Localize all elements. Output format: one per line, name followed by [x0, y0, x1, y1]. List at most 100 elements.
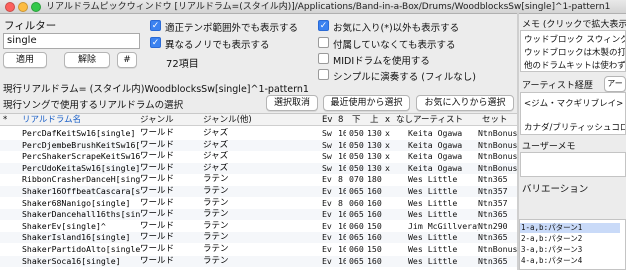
- col-high[interactable]: 上: [370, 114, 379, 126]
- clear-filter-button[interactable]: 解除: [64, 52, 110, 68]
- select-favorites-button[interactable]: お気に入りから選択: [416, 95, 514, 111]
- artist-cell: Wes Little: [408, 186, 458, 196]
- set-cell: NtnBonus: [478, 139, 517, 150]
- play-simple-checkbox[interactable]: [318, 69, 329, 80]
- genre-cell: ワールド: [140, 197, 175, 208]
- x-cell: x: [385, 162, 390, 173]
- tempo-high-cell: 130: [367, 139, 382, 150]
- show-non-favorites-checkbox[interactable]: ✓: [318, 20, 329, 31]
- show-out-of-tempo-checkbox[interactable]: ✓: [150, 20, 161, 31]
- genre-cell: ワールド: [140, 162, 175, 173]
- ev-cell: Sw: [322, 151, 332, 162]
- artist-cell: Keita Ogawa: [408, 151, 463, 162]
- drum-name-cell: ShakerEv[single]^: [22, 220, 106, 231]
- table-row[interactable]: PercDafKeitSw16[single] ワールド ジャズ Sw 16050130…: [0, 128, 517, 139]
- genre-cell: ワールド: [140, 244, 175, 254]
- table-row[interactable]: PercShakerScrapeKeitSw16[single]ワールド ジャズ S…: [0, 151, 517, 162]
- col-x[interactable]: x: [385, 114, 390, 126]
- memo-label[interactable]: メモ (クリックで拡大表示: [522, 17, 626, 30]
- set-cell: NtnBonus: [478, 151, 517, 162]
- col-set[interactable]: セット: [482, 114, 508, 126]
- filter-input[interactable]: single: [3, 33, 140, 49]
- col-genre-other[interactable]: ジャンル(他): [203, 114, 252, 126]
- genre-other-cell: ジャズ: [203, 151, 229, 162]
- beat-cell: 16: [338, 255, 346, 266]
- table-row[interactable]: ShakerIsland16[single] ワールド ラテン Ev 16065160 W…: [0, 232, 517, 244]
- col-beat[interactable]: 8: [338, 114, 343, 126]
- use-midi-drums-checkbox[interactable]: [318, 53, 329, 64]
- variation-item[interactable]: 3-a,b:パターン3: [520, 245, 620, 255]
- show-out-of-tempo-label: 適正テンポ範囲外でも表示する: [165, 23, 299, 34]
- col-low[interactable]: 下: [352, 114, 361, 126]
- set-cell: Ntn365: [478, 174, 508, 185]
- artist-tab[interactable]: アー: [604, 76, 626, 92]
- set-cell: Ntn290: [478, 220, 508, 231]
- set-cell: Ntn357: [478, 186, 508, 196]
- col-genre[interactable]: ジャンル: [140, 114, 174, 126]
- tempo-high-cell: 130: [367, 162, 382, 173]
- variations-label: バリエーション: [522, 184, 589, 195]
- col-star[interactable]: *: [3, 114, 7, 126]
- col-name[interactable]: リアルドラム名: [22, 114, 81, 126]
- x-cell: x: [385, 151, 390, 162]
- ev-cell: Ev: [322, 232, 332, 243]
- tempo-low-cell: 060: [349, 220, 364, 231]
- table-row[interactable]: ShakerSoca16[single] ワールド ラテン Ev 16065160 Wes…: [0, 255, 517, 267]
- genre-cell: ワールド: [140, 232, 175, 243]
- genre-other-cell: ラテン: [203, 186, 229, 196]
- drum-name-cell: ShakerSoca16[single]: [22, 255, 121, 266]
- variation-item[interactable]: 2-a,b:パターン2: [520, 234, 620, 244]
- item-count: 72項目: [166, 59, 199, 70]
- memo-line: ウッドブロックは木製の打楽器: [524, 48, 626, 58]
- table-row[interactable]: ShakerPartidoAlto[single]ワールド ラテン Ev 160601…: [0, 244, 517, 255]
- select-recent-button[interactable]: 最近使用から選択: [323, 95, 410, 111]
- tempo-low-cell: 050: [349, 128, 364, 138]
- col-ev[interactable]: Ev: [322, 114, 332, 126]
- genre-cell: ワールド: [140, 220, 175, 231]
- close-window-icon[interactable]: [5, 2, 15, 12]
- table-row[interactable]: ShakerDancehall16ths[single]ワールド ラテン Ev 160…: [0, 209, 517, 221]
- window-titlebar: リアルドラムピックウィンドウ [リアルドラム=(スタイル内)]/Applicat…: [0, 0, 626, 14]
- set-cell: Ntn365: [478, 232, 508, 243]
- beat-cell: 8: [338, 197, 343, 208]
- minimize-window-icon[interactable]: [18, 2, 28, 12]
- artist-cell: Wes Little: [408, 232, 458, 243]
- user-memo-box[interactable]: [520, 152, 626, 177]
- current-drum-text: 現行リアルドラム= (スタイル内)WoodblocksSw[single]^1-…: [3, 84, 309, 95]
- variation-item[interactable]: 1-a,b:パターン1: [520, 223, 620, 233]
- table-row[interactable]: RibbonCrasherDanceH[single]^ワールド ラテン Ev 8 07…: [0, 174, 517, 185]
- tempo-low-cell: 065: [349, 209, 364, 220]
- show-different-feel-checkbox[interactable]: ✓: [150, 37, 161, 48]
- memo-box[interactable]: ウッドブロック スウィング [単独 ウッドブロックは木製の打楽器 他のドラムキッ…: [520, 30, 626, 72]
- window-title: リアルドラムピックウィンドウ [リアルドラム=(スタイル内)]/Applicat…: [46, 2, 611, 12]
- table-row[interactable]: Shaker16OffbeatCascara[single]ワールド ラテン Ev 1…: [0, 186, 517, 197]
- zoom-window-icon[interactable]: [31, 2, 41, 12]
- beat-cell: 16: [338, 220, 346, 231]
- drum-name-cell: Shaker16OffbeatCascara[single]: [22, 186, 140, 196]
- col-artist[interactable]: なしアーティスト: [396, 114, 463, 126]
- beat-cell: 16: [338, 128, 346, 138]
- tempo-low-cell: 050: [349, 151, 364, 162]
- table-row[interactable]: ShakerEv[single]^ ワールド ラテン Ev 16060150 Jim Mc…: [0, 221, 517, 232]
- apply-filter-button[interactable]: 適用: [3, 52, 47, 68]
- cancel-selection-button[interactable]: 選択取消: [266, 95, 318, 111]
- artist-history-label: アーティスト経歴: [522, 81, 593, 91]
- table-row[interactable]: PercDjembeBrushKeitSw16[single]ワールド ジャズ Sw…: [0, 139, 517, 151]
- genre-other-cell: ラテン: [203, 220, 229, 231]
- drum-name-cell: ShakerPartidoAlto[single]: [22, 244, 140, 254]
- use-midi-drums-label: MIDIドラムを使用する: [333, 56, 430, 67]
- variation-item[interactable]: 4-a,b:パターン4: [520, 256, 620, 266]
- table-row[interactable]: PercUdoKeitaSw16[single]ワールド ジャズ Sw 1605013…: [0, 162, 517, 174]
- tempo-high-cell: 160: [367, 209, 382, 220]
- memo-line: ウッドブロック スウィング [単独: [524, 35, 626, 45]
- drum-name-cell: Shaker68Nanigo[single]: [22, 197, 131, 208]
- tempo-low-cell: 065: [349, 186, 364, 196]
- table-row[interactable]: Shaker68Nanigo[single] ワールド ラテン Ev 8 060 160 We…: [0, 198, 517, 209]
- hash-filter-button[interactable]: #: [117, 52, 137, 68]
- ev-cell: Ev: [322, 186, 332, 196]
- show-not-included-checkbox[interactable]: [318, 37, 329, 48]
- drum-name-cell: ShakerDancehall16ths[single]: [22, 209, 140, 220]
- show-non-favorites-label: お気に入り(*)以外も表示する: [333, 23, 460, 34]
- genre-cell: ワールド: [140, 151, 175, 162]
- genre-cell: ワールド: [140, 209, 175, 220]
